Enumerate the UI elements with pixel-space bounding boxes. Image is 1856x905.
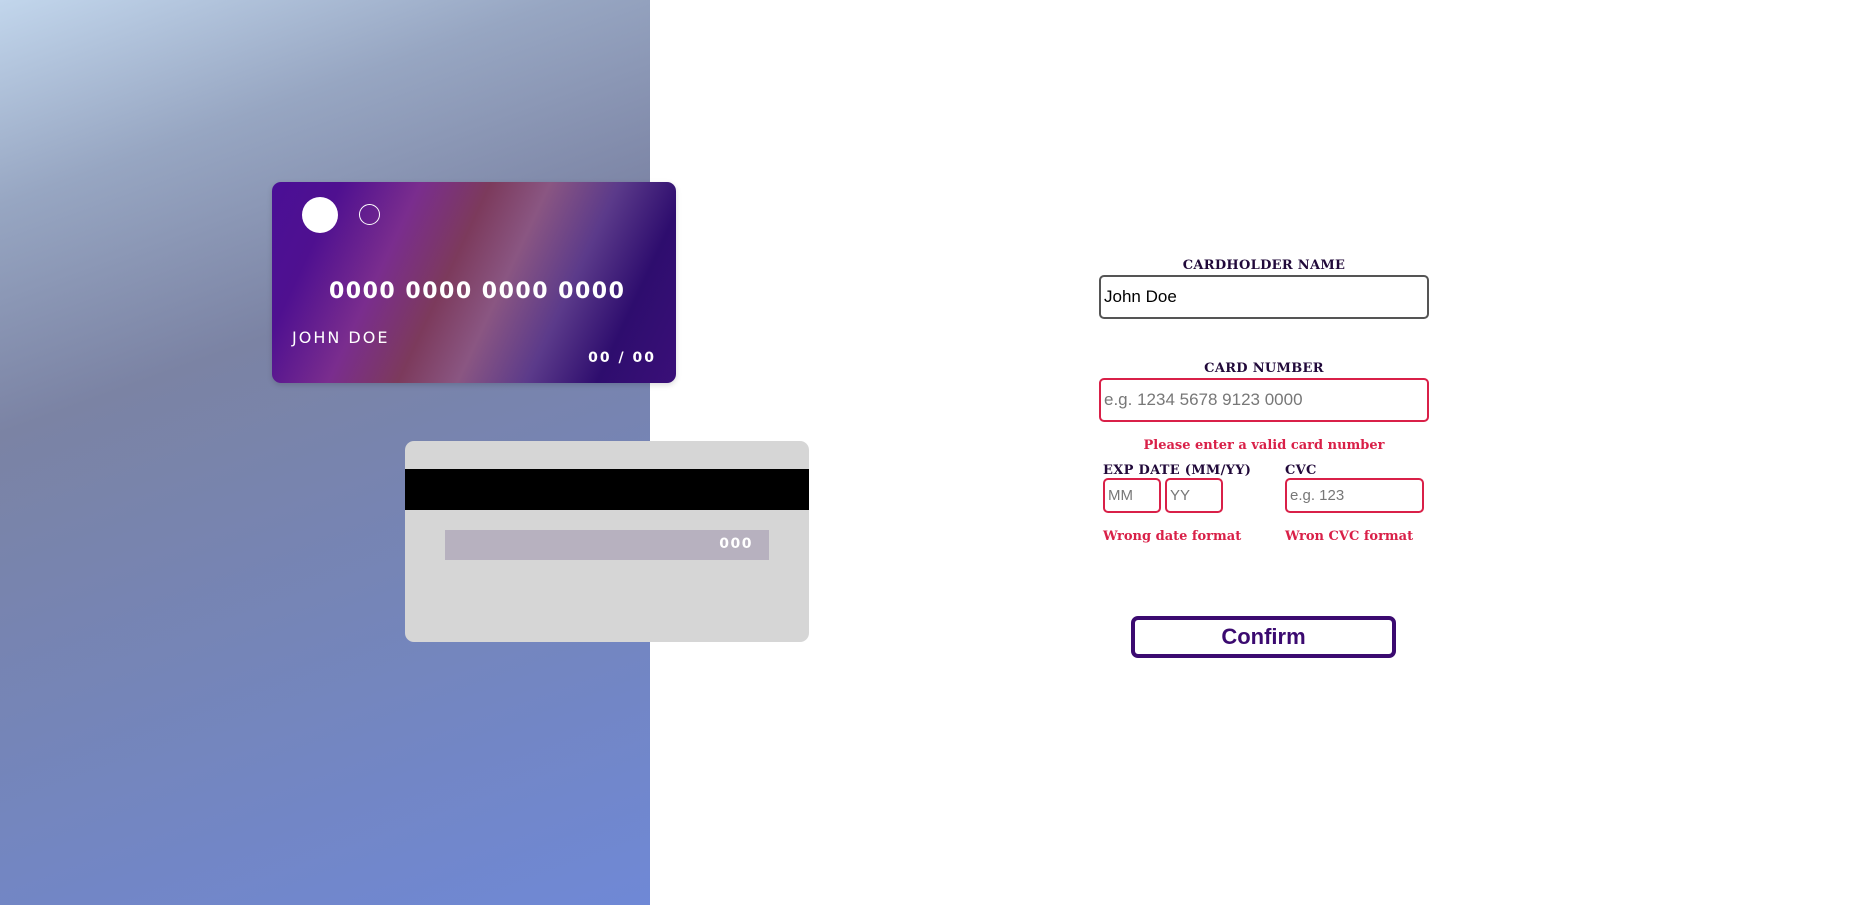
cardholder-name-input[interactable]	[1099, 275, 1429, 319]
payment-form: CARDHOLDER NAME CARD NUMBER Please enter…	[1099, 258, 1429, 544]
exp-year-input[interactable]	[1165, 478, 1223, 513]
card-cvc-preview: 000	[719, 536, 753, 552]
page: 0000 0000 0000 0000 JOHN DOE 00 / 00 000…	[0, 0, 1856, 905]
magnetic-stripe	[405, 469, 809, 510]
exp-cvc-row: EXP DATE (MM/YY) Wrong date format CVC W…	[1099, 463, 1429, 544]
cardholder-name-preview: JOHN DOE	[292, 328, 390, 347]
exp-date-inputs	[1103, 478, 1285, 513]
exp-month-input[interactable]	[1103, 478, 1161, 513]
cardholder-name-label: CARDHOLDER NAME	[1182, 258, 1346, 273]
exp-date-group: EXP DATE (MM/YY) Wrong date format	[1103, 463, 1285, 544]
card-logo-outline-circle-icon	[359, 204, 380, 225]
cvc-group: CVC Wron CVC format	[1285, 463, 1424, 544]
confirm-button[interactable]: Confirm	[1131, 616, 1396, 658]
cvc-label: CVC	[1285, 463, 1317, 478]
card-exp-preview: 00 / 00	[588, 350, 656, 366]
card-number-preview: 0000 0000 0000 0000	[329, 279, 626, 304]
cvc-input[interactable]	[1285, 478, 1424, 513]
exp-date-error: Wrong date format	[1103, 529, 1242, 544]
signature-strip: 000	[445, 530, 769, 560]
card-number-label: CARD NUMBER	[1204, 361, 1324, 376]
card-logo-filled-circle-icon	[302, 197, 338, 233]
card-number-input[interactable]	[1099, 378, 1429, 422]
card-front-preview: 0000 0000 0000 0000 JOHN DOE 00 / 00	[272, 182, 676, 383]
exp-date-label: EXP DATE (MM/YY)	[1103, 463, 1252, 478]
card-back-preview: 000	[405, 441, 809, 642]
cvc-error: Wron CVC format	[1285, 529, 1414, 544]
card-number-error: Please enter a valid card number	[1143, 438, 1385, 453]
